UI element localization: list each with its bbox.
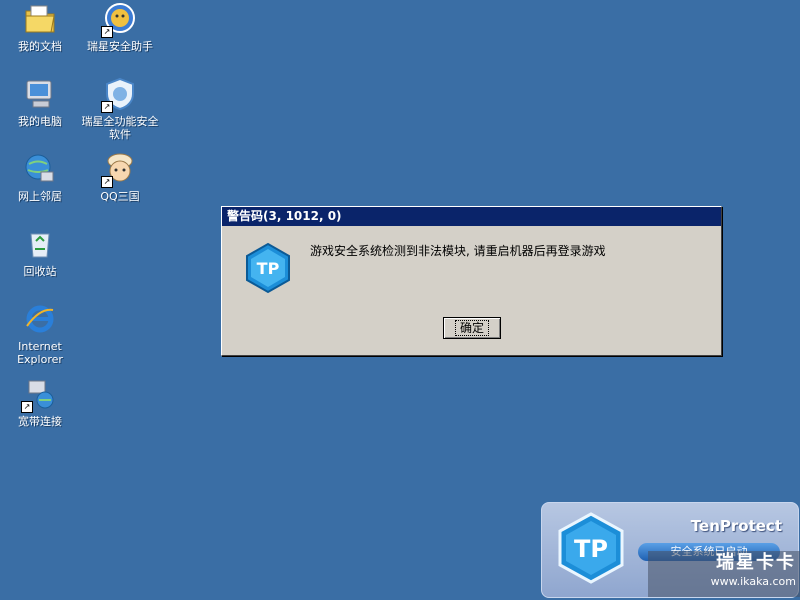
desktop-icon-rising-security[interactable]: ↗ 瑞星全功能安全软件 xyxy=(80,77,160,141)
desktop-icon-recycle-bin[interactable]: 回收站 xyxy=(0,227,80,278)
desktop-icon-broadband-connection[interactable]: ↗ 宽带连接 xyxy=(0,377,80,428)
ok-button-label: 确定 xyxy=(454,320,489,336)
shortcut-arrow-icon: ↗ xyxy=(101,101,113,113)
tenprotect-title: TenProtect xyxy=(690,517,782,535)
ok-button[interactable]: 确定 xyxy=(443,317,501,339)
my-documents-icon xyxy=(23,2,57,36)
site-watermark: 瑞星卡卡 www.ikaka.com xyxy=(648,551,800,597)
warning-dialog: 警告码(3, 1012, 0) TP 游戏安全系统检测到非法模块, 请重启机器后… xyxy=(221,206,722,356)
internet-explorer-icon xyxy=(23,302,57,336)
qq-sanguo-icon: ↗ xyxy=(101,152,137,188)
desktop-icon-label: 我的电脑 xyxy=(18,115,62,128)
desktop-icon-label: 瑞星全功能安全软件 xyxy=(81,115,159,141)
shortcut-arrow-icon: ↗ xyxy=(101,26,113,38)
desktop-icon-label: 我的文档 xyxy=(18,40,62,53)
desktop-icon-network-places[interactable]: 网上邻居 xyxy=(0,152,80,203)
tenprotect-logo-icon: TP xyxy=(556,512,626,584)
my-computer-icon xyxy=(23,77,57,111)
desktop-icon-label: Internet Explorer xyxy=(17,340,63,366)
desktop-icon-label: 瑞星安全助手 xyxy=(87,40,153,53)
shortcut-arrow-icon: ↗ xyxy=(101,176,113,188)
svg-text:TP: TP xyxy=(574,535,608,563)
dialog-title[interactable]: 警告码(3, 1012, 0) xyxy=(222,207,721,226)
broadband-connection-icon: ↗ xyxy=(21,377,57,413)
desktop-icon-internet-explorer[interactable]: Internet Explorer xyxy=(0,302,80,366)
shortcut-arrow-icon: ↗ xyxy=(21,401,33,413)
rising-security-icon: ↗ xyxy=(101,77,137,113)
dialog-message: 游戏安全系统检测到非法模块, 请重启机器后再登录游戏 xyxy=(310,244,606,258)
desktop-icon-label: 宽带连接 xyxy=(18,415,62,428)
tenprotect-icon: TP xyxy=(244,242,292,294)
watermark-text: 瑞星卡卡 xyxy=(716,552,796,573)
desktop-icon-my-documents[interactable]: 我的文档 xyxy=(0,2,80,53)
watermark-url: www.ikaka.com xyxy=(710,575,796,588)
recycle-bin-icon xyxy=(23,227,57,261)
rising-assistant-icon: ↗ xyxy=(101,2,137,38)
desktop-icon-my-computer[interactable]: 我的电脑 xyxy=(0,77,80,128)
desktop-icon-label: 回收站 xyxy=(23,265,57,278)
desktop-icon-label: QQ三国 xyxy=(100,190,140,203)
svg-text:TP: TP xyxy=(257,259,280,278)
desktop-icon-label: 网上邻居 xyxy=(18,190,62,203)
network-places-icon xyxy=(23,152,57,186)
desktop-icon-rising-assistant[interactable]: ↗ 瑞星安全助手 xyxy=(80,2,160,53)
desktop-icon-qq-sanguo[interactable]: ↗ QQ三国 xyxy=(80,152,160,203)
